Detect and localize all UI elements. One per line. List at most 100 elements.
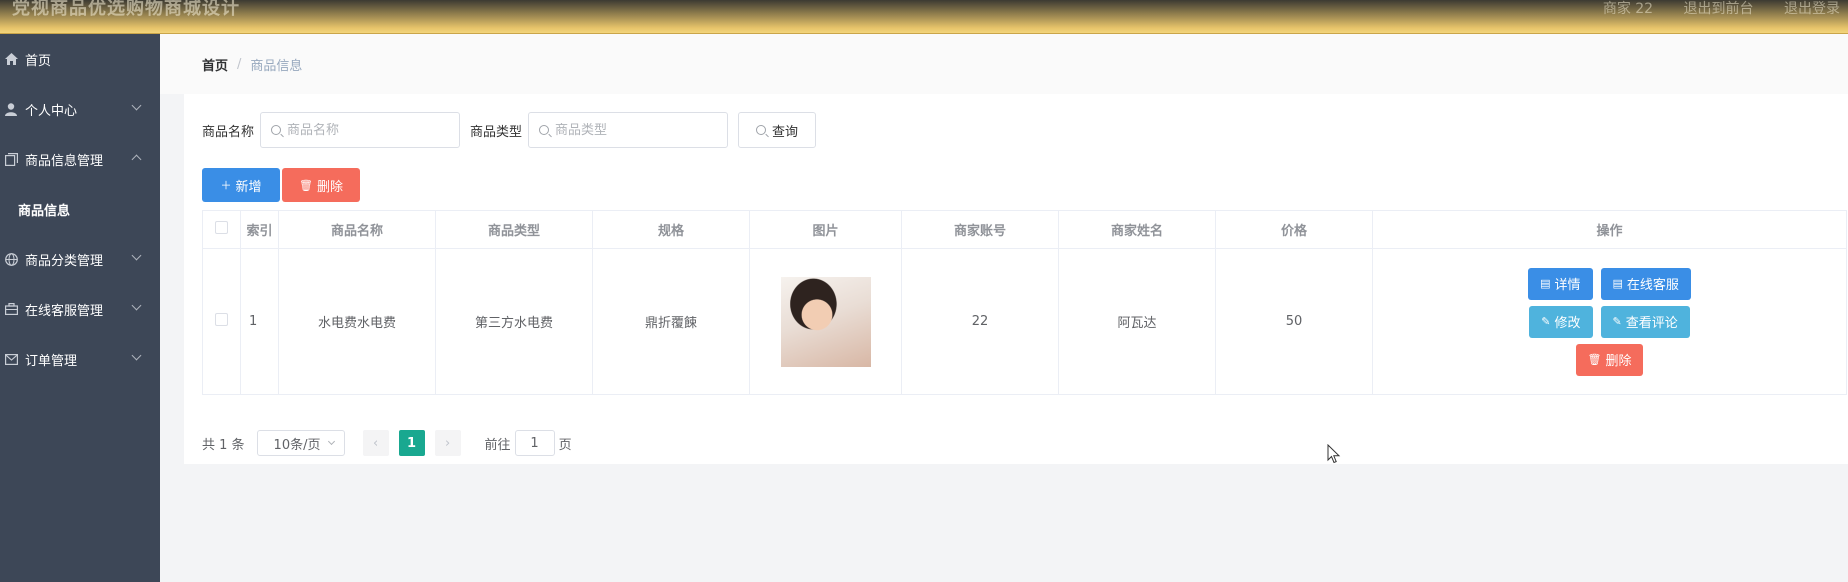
edit-button[interactable]: ✎ 修改	[1529, 305, 1593, 338]
sidebar-item-label: 首页	[25, 53, 52, 69]
sidebar-subitem-label: 商品信息	[18, 203, 71, 219]
product-type-input[interactable]	[555, 122, 716, 138]
page-size-value: 10条/页	[273, 437, 321, 453]
row-delete-button-label: 删除	[1605, 354, 1632, 369]
product-name-input[interactable]	[287, 122, 448, 138]
trash-icon: 🗑	[1587, 353, 1602, 366]
globe-icon	[4, 252, 18, 266]
logout-link[interactable]: 退出登录	[1784, 1, 1840, 17]
column-header: 商家姓名	[1058, 210, 1216, 249]
pagination: 共 1 条 10条/页 ‹ 1 › 前往 1 页	[202, 430, 572, 456]
page-suffix: 页	[558, 437, 572, 453]
row-actions-cell: ▤ 详情 ▤ 在线客服 ✎ 修改 ✎ 查看评论 🗑 删除	[1372, 248, 1847, 395]
row-product-name: 水电费水电费	[278, 248, 436, 395]
content-panel: 商品名称 商品类型 查询 ＋ 新增 🗑 删除	[184, 94, 1848, 464]
trash-icon: 🗑	[299, 178, 313, 192]
edit-icon: ✎	[1612, 315, 1622, 328]
batch-delete-button[interactable]: 🗑 删除	[282, 168, 360, 202]
row-actions-line: ✎ 修改 ✎ 查看评论	[1529, 305, 1690, 338]
document-icon: ▤	[1612, 277, 1623, 290]
user-label: 商家 22	[1602, 1, 1654, 17]
online-service-button[interactable]: ▤ 在线客服	[1600, 267, 1691, 300]
page-size-select[interactable]: 10条/页	[256, 430, 345, 456]
row-actions-line: ▤ 详情 ▤ 在线客服	[1528, 267, 1691, 300]
row-merchant-name: 阿瓦达	[1058, 248, 1216, 395]
chevron-down-icon	[131, 250, 142, 261]
sidebar-item-personal-center[interactable]: 个人中心	[0, 84, 160, 134]
sidebar-item-category-mgmt[interactable]: 商品分类管理	[0, 234, 160, 284]
breadcrumb-home[interactable]: 首页	[202, 55, 228, 74]
row-actions-line: 🗑 删除	[1575, 343, 1644, 376]
row-delete-button[interactable]: 🗑 删除	[1575, 343, 1644, 376]
app-title: 党视商品优选购物商城设计	[12, 0, 240, 19]
product-name-label: 商品名称	[202, 124, 255, 140]
table-row: 1 水电费水电费 第三方水电费 鼎折覆餗 22 阿瓦达 50 ▤ 详情 ▤ 在线…	[202, 248, 1847, 395]
sidebar-item-home[interactable]: 首页	[0, 34, 160, 84]
sidebar-item-order-mgmt[interactable]: 订单管理	[0, 334, 160, 384]
chevron-down-icon	[131, 350, 142, 361]
mail-icon	[4, 352, 18, 366]
detail-button[interactable]: ▤ 详情	[1528, 267, 1593, 300]
product-table: 索引 商品名称 商品类型 规格 图片 商家账号 商家姓名 价格 操作 1 水电费…	[202, 210, 1847, 395]
sidebar-subitem-product-info[interactable]: 商品信息	[0, 184, 160, 234]
next-page-button[interactable]: ›	[434, 430, 461, 456]
sidebar-item-product-info-mgmt[interactable]: 商品信息管理	[0, 134, 160, 184]
select-all-checkbox[interactable]	[215, 221, 228, 234]
add-button-label: 新增	[235, 179, 262, 195]
breadcrumb-separator: /	[237, 56, 242, 72]
row-product-type: 第三方水电费	[435, 248, 593, 395]
product-image[interactable]	[780, 276, 871, 367]
product-name-field[interactable]	[260, 112, 461, 148]
select-all-cell[interactable]	[202, 210, 241, 249]
view-reviews-button[interactable]: ✎ 查看评论	[1600, 305, 1690, 338]
column-header: 图片	[749, 210, 902, 249]
edit-icon: ✎	[1541, 315, 1551, 328]
sidebar-item-label: 在线客服管理	[25, 303, 104, 319]
search-icon	[539, 125, 550, 135]
online-service-button-label: 在线客服	[1626, 278, 1679, 293]
chevron-down-icon	[131, 300, 142, 311]
view-reviews-button-label: 查看评论	[1625, 316, 1678, 331]
product-type-label: 商品类型	[470, 124, 523, 140]
column-header: 规格	[592, 210, 750, 249]
column-header: 商品名称	[278, 210, 436, 249]
row-index: 1	[240, 248, 279, 395]
search-icon	[271, 125, 282, 135]
row-merchant-account: 22	[901, 248, 1059, 395]
column-header: 索引	[240, 210, 279, 249]
goto-page-input[interactable]: 1	[514, 430, 555, 456]
page-number-current[interactable]: 1	[398, 430, 425, 456]
query-button[interactable]: 查询	[738, 112, 817, 148]
mouse-cursor-icon	[1327, 444, 1341, 464]
row-select-cell[interactable]	[202, 248, 241, 395]
sidebar-item-online-service-mgmt[interactable]: 在线客服管理	[0, 284, 160, 334]
product-type-field[interactable]	[528, 112, 729, 148]
chevron-down-icon	[327, 437, 335, 446]
briefcase-icon	[4, 302, 18, 316]
main-content: 首页 / 商品信息 商品名称 商品类型 查询 ＋ 新增	[160, 34, 1848, 582]
column-header: 操作	[1372, 210, 1847, 249]
query-button-label: 查询	[772, 124, 799, 140]
prev-page-button[interactable]: ‹	[362, 430, 389, 456]
row-spec: 鼎折覆餗	[592, 248, 750, 395]
chevron-down-icon	[131, 100, 142, 111]
header-right: 商家 22 退出到前台 退出登录	[1577, 0, 1840, 18]
breadcrumb-current: 商品信息	[250, 58, 303, 74]
back-to-front-link[interactable]: 退出到前台	[1684, 1, 1754, 17]
action-toolbar: ＋ 新增 🗑 删除	[202, 168, 360, 202]
row-image-cell	[749, 248, 902, 395]
row-checkbox[interactable]	[215, 313, 228, 326]
user-icon	[4, 102, 18, 116]
column-header: 商家账号	[901, 210, 1059, 249]
column-header: 价格	[1215, 210, 1373, 249]
detail-button-label: 详情	[1554, 278, 1581, 293]
sidebar-item-label: 订单管理	[25, 353, 78, 369]
copy-icon	[4, 152, 18, 166]
goto-page: 前往 1 页	[485, 430, 572, 456]
search-icon	[756, 125, 767, 135]
sidebar-item-label: 商品信息管理	[25, 153, 104, 169]
sidebar-item-label: 个人中心	[25, 103, 78, 119]
add-button[interactable]: ＋ 新增	[202, 168, 280, 202]
home-icon	[4, 52, 18, 66]
row-actions: ▤ 详情 ▤ 在线客服 ✎ 修改 ✎ 查看评论 🗑 删除	[1373, 267, 1846, 376]
